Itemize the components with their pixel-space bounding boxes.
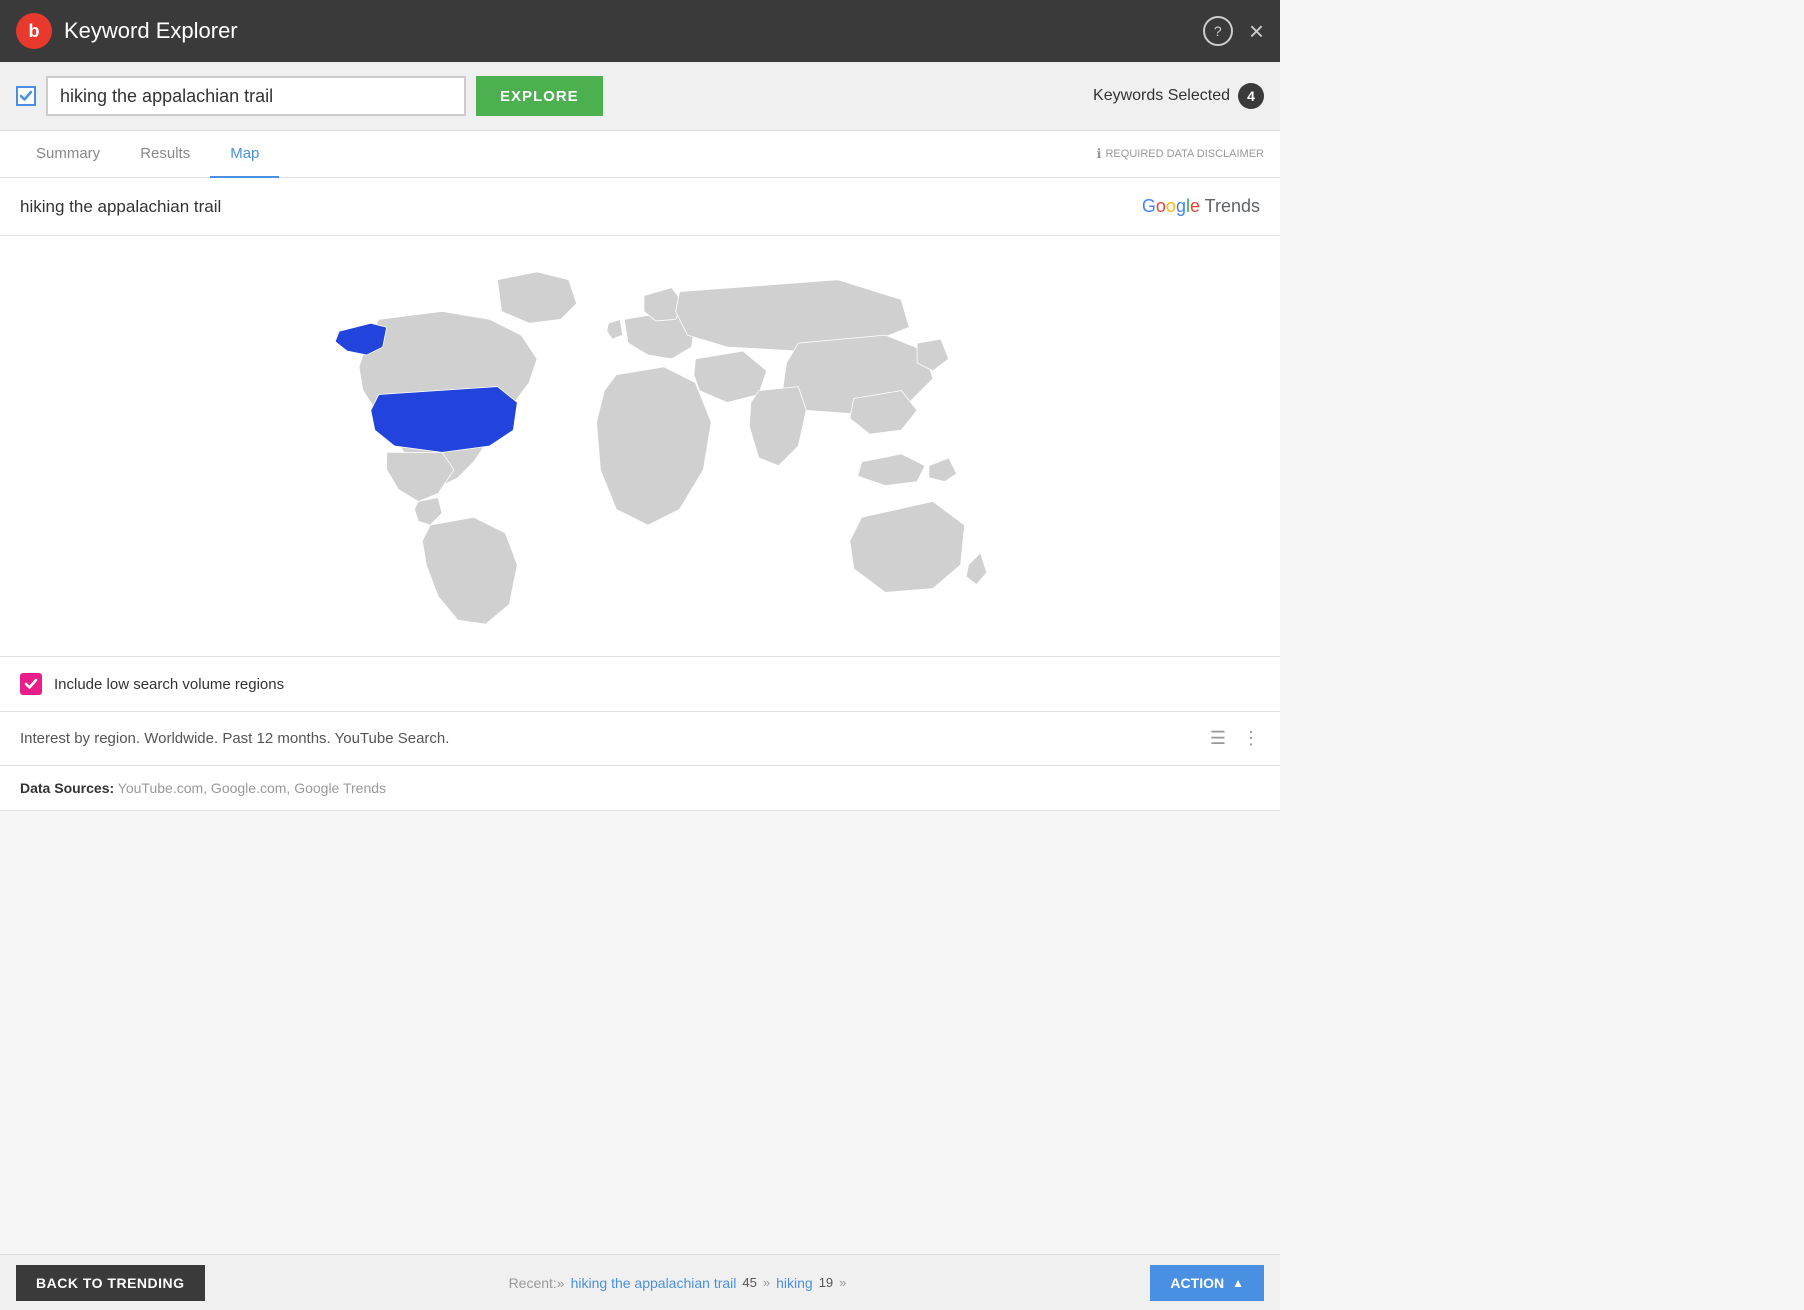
help-icon[interactable]: ? [1203, 16, 1233, 46]
header-left: b Keyword Explorer [16, 13, 238, 49]
action-label: ACTION [1170, 1275, 1224, 1291]
map-container [0, 236, 1280, 657]
app-title: Keyword Explorer [64, 18, 238, 44]
back-to-trending-button[interactable]: BACK TO TRENDING [16, 1265, 205, 1301]
tab-map[interactable]: Map [210, 131, 279, 178]
low-volume-label: Include low search volume regions [54, 676, 284, 693]
header-right: ? × [1203, 16, 1264, 47]
footer: BACK TO TRENDING Recent:» hiking the app… [0, 1254, 1280, 1310]
keywords-selected-label: Keywords Selected [1093, 87, 1230, 105]
recent-bar: Recent:» hiking the appalachian trail 45… [509, 1275, 847, 1291]
explore-button[interactable]: EXPLORE [476, 76, 603, 116]
tabs-bar: Summary Results Map ℹ REQUIRED DATA DISC… [0, 131, 1280, 178]
keyword-header: hiking the appalachian trail Google Tren… [0, 178, 1280, 236]
google-trends-logo: Google Trends [1142, 196, 1260, 217]
world-map [280, 256, 1000, 636]
recent-separator-2: » [839, 1275, 846, 1290]
recent-link-2[interactable]: hiking [776, 1275, 813, 1291]
tab-results[interactable]: Results [120, 131, 210, 178]
list-icon[interactable]: ☰ [1210, 728, 1226, 749]
interest-description: Interest by region. Worldwide. Past 12 m… [20, 730, 449, 747]
interest-row: Interest by region. Worldwide. Past 12 m… [0, 712, 1280, 766]
low-volume-row: Include low search volume regions [0, 657, 1280, 712]
recent-separator: » [763, 1275, 770, 1290]
app-logo: b [16, 13, 52, 49]
data-sources: Data Sources: YouTube.com, Google.com, G… [0, 766, 1280, 811]
data-sources-values: YouTube.com, Google.com, Google Trends [118, 780, 386, 796]
recent-link-1[interactable]: hiking the appalachian trail [571, 1275, 737, 1291]
map-keyword-label: hiking the appalachian trail [20, 197, 221, 217]
recent-count-1: 45 [742, 1275, 756, 1290]
action-arrow-icon: ▲ [1232, 1276, 1244, 1290]
recent-label: Recent:» [509, 1275, 565, 1291]
info-icon: ℹ [1097, 146, 1102, 162]
disclaimer: ℹ REQUIRED DATA DISCLAIMER [1097, 146, 1264, 162]
close-button[interactable]: × [1249, 16, 1264, 47]
search-bar: EXPLORE Keywords Selected 4 [0, 62, 1280, 131]
keywords-selected: Keywords Selected 4 [1093, 83, 1264, 109]
recent-count-2: 19 [819, 1275, 833, 1290]
data-sources-label: Data Sources: [20, 780, 114, 796]
keywords-count-badge: 4 [1238, 83, 1264, 109]
interest-icons: ☰ ⋮ [1210, 728, 1260, 749]
low-volume-checkbox[interactable] [20, 673, 42, 695]
search-input[interactable] [46, 76, 466, 116]
tab-summary[interactable]: Summary [16, 131, 120, 178]
action-button[interactable]: ACTION ▲ [1150, 1265, 1264, 1301]
search-checkbox[interactable] [16, 86, 36, 106]
more-icon[interactable]: ⋮ [1242, 728, 1260, 749]
main-content: hiking the appalachian trail Google Tren… [0, 178, 1280, 811]
header: b Keyword Explorer ? × [0, 0, 1280, 62]
tabs-left: Summary Results Map [16, 131, 279, 177]
